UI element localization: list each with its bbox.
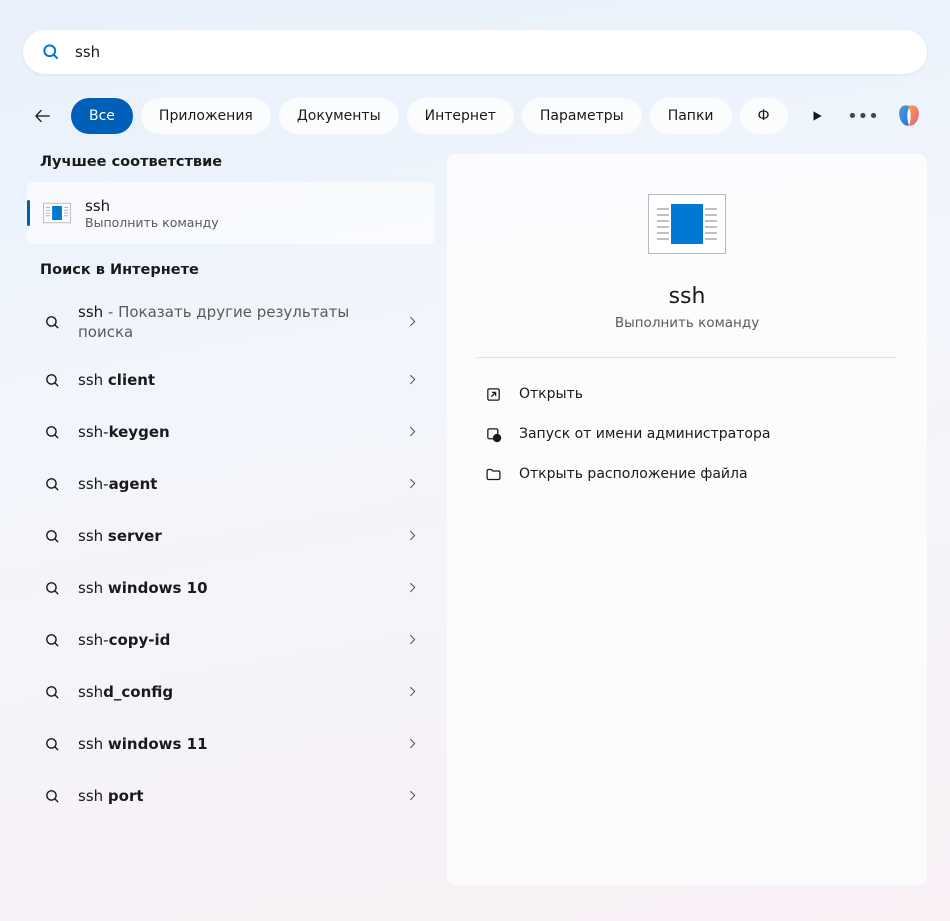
web-result[interactable]: sshd_config [0, 666, 435, 718]
ellipsis-icon: ••• [847, 106, 879, 127]
chevron-right-icon [406, 787, 419, 806]
action-run-admin[interactable]: Запуск от имени администратора [477, 414, 897, 454]
preview-pane: ssh Выполнить команду Открыть Запуск от … [447, 154, 927, 885]
web-result[interactable]: ssh-agent [0, 458, 435, 510]
web-search-header: Поиск в Интернете [0, 262, 435, 290]
preview-subtitle: Выполнить команду [615, 315, 759, 331]
search-icon [44, 314, 64, 331]
command-file-icon [41, 197, 73, 229]
content-area: Лучшее соответствие ssh Выполнить команд… [0, 154, 950, 885]
filter-all[interactable]: Все [71, 98, 133, 134]
filter-settings[interactable]: Параметры [522, 98, 642, 134]
more-options-button[interactable]: ••• [843, 96, 883, 136]
web-result[interactable]: ssh windows 10 [0, 562, 435, 614]
web-result[interactable]: ssh port [0, 770, 435, 822]
search-icon [44, 424, 64, 441]
play-icon [810, 109, 824, 123]
preview-title: ssh [669, 284, 706, 309]
filter-apps[interactable]: Приложения [141, 98, 271, 134]
web-result[interactable]: ssh client [0, 354, 435, 406]
copilot-button[interactable] [891, 98, 927, 134]
search-icon [44, 684, 64, 701]
search-icon [44, 476, 64, 493]
web-result-label: ssh windows 10 [78, 579, 406, 597]
action-label: Открыть [519, 386, 583, 402]
web-result[interactable]: ssh - Показать другие результаты поиска [0, 290, 435, 354]
web-result-label: ssh-copy-id [78, 631, 406, 649]
web-result-label: ssh - Показать другие результаты поиска [78, 303, 406, 341]
copilot-icon [895, 102, 923, 130]
web-result-label: ssh-agent [78, 475, 406, 493]
filter-internet[interactable]: Интернет [407, 98, 514, 134]
web-result-label: sshd_config [78, 683, 406, 701]
divider [477, 357, 897, 358]
action-open[interactable]: Открыть [477, 374, 897, 414]
command-file-large-icon [648, 194, 726, 254]
web-result-label: ssh-keygen [78, 423, 406, 441]
filter-pills: Все Приложения Документы Интернет Параме… [71, 98, 791, 134]
chevron-right-icon [406, 631, 419, 650]
action-label: Запуск от имени администратора [519, 426, 770, 442]
filter-more[interactable]: Ф [740, 98, 788, 134]
search-bar[interactable] [23, 30, 927, 74]
open-icon [483, 386, 503, 403]
chevron-right-icon [406, 313, 419, 332]
best-match-header: Лучшее соответствие [0, 154, 435, 182]
action-open-location[interactable]: Открыть расположение файла [477, 454, 897, 494]
back-button[interactable] [23, 96, 63, 136]
chevron-right-icon [406, 735, 419, 754]
search-icon [44, 580, 64, 597]
search-icon [41, 42, 61, 62]
chevron-right-icon [406, 423, 419, 442]
chevron-right-icon [406, 683, 419, 702]
best-match-result[interactable]: ssh Выполнить команду [27, 182, 435, 244]
search-icon [44, 528, 64, 545]
best-match-subtitle: Выполнить команду [85, 215, 219, 230]
search-icon [44, 632, 64, 649]
shield-icon [483, 426, 503, 443]
chevron-right-icon [406, 371, 419, 390]
web-result-label: ssh windows 11 [78, 735, 406, 753]
web-result-label: ssh server [78, 527, 406, 545]
filter-folders[interactable]: Папки [650, 98, 732, 134]
web-result[interactable]: ssh-keygen [0, 406, 435, 458]
chevron-right-icon [406, 579, 419, 598]
chevron-right-icon [406, 475, 419, 494]
web-result-label: ssh client [78, 371, 406, 389]
folder-icon [483, 466, 503, 483]
action-list: Открыть Запуск от имени администратора О… [447, 374, 927, 494]
chevron-right-icon [406, 527, 419, 546]
web-result[interactable]: ssh windows 11 [0, 718, 435, 770]
search-icon [44, 372, 64, 389]
action-label: Открыть расположение файла [519, 466, 748, 482]
filters-row: Все Приложения Документы Интернет Параме… [23, 96, 927, 136]
search-input[interactable] [75, 43, 909, 61]
search-icon [44, 788, 64, 805]
filter-documents[interactable]: Документы [279, 98, 399, 134]
arrow-left-icon [33, 106, 53, 126]
web-result[interactable]: ssh-copy-id [0, 614, 435, 666]
web-result-label: ssh port [78, 787, 406, 805]
best-match-title: ssh [85, 197, 219, 215]
web-result[interactable]: ssh server [0, 510, 435, 562]
search-icon [44, 736, 64, 753]
scroll-filters-button[interactable] [799, 98, 835, 134]
results-pane: Лучшее соответствие ssh Выполнить команд… [0, 154, 447, 885]
